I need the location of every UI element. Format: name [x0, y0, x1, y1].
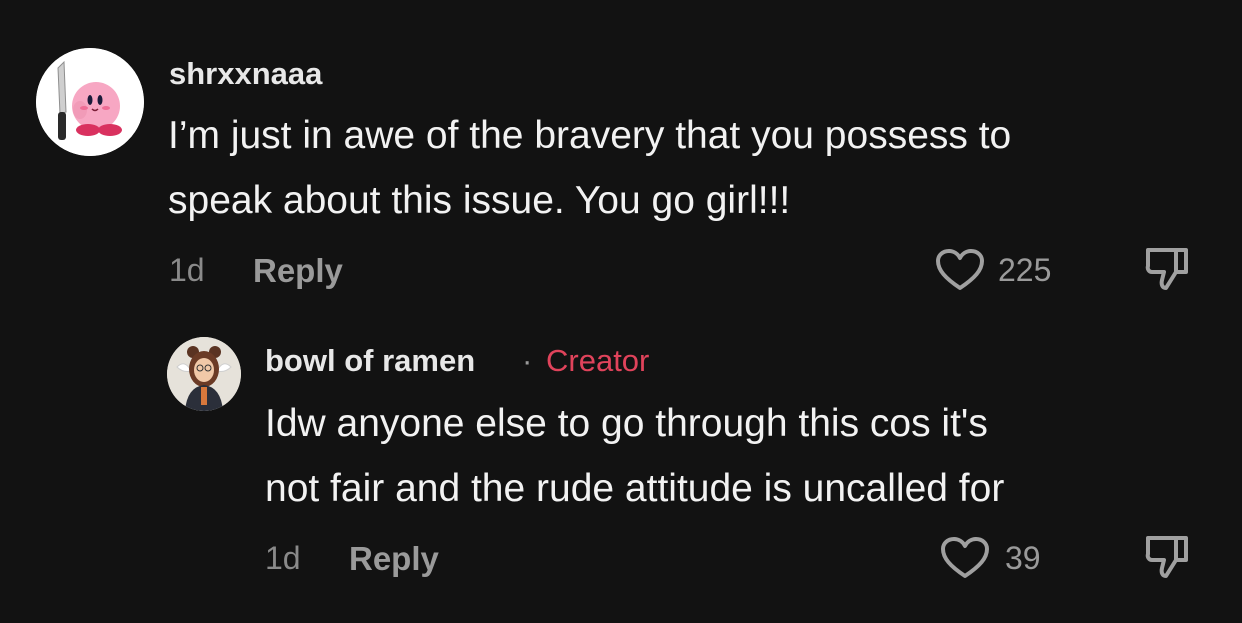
avatar[interactable]: [167, 337, 241, 411]
reply-text-line-2: not fair and the rude attitude is uncall…: [265, 467, 1005, 510]
comment-username[interactable]: shrxxnaaa: [169, 56, 322, 92]
avatar[interactable]: [36, 48, 144, 156]
comment-text-line-1: I’m just in awe of the bravery that you …: [168, 114, 1012, 157]
reply-text-line-1: Idw anyone else to go through this cos i…: [265, 402, 988, 445]
reply-button[interactable]: Reply: [349, 540, 439, 578]
like-count: 39: [1005, 540, 1041, 576]
thumbs-down-icon[interactable]: [1142, 532, 1194, 589]
creator-badge: Creator: [546, 343, 650, 378]
heart-outline-icon[interactable]: [935, 248, 985, 297]
comment-timestamp: 1d: [169, 252, 205, 288]
separator-dot: ·: [522, 343, 533, 378]
like-count: 225: [998, 252, 1052, 288]
thumbs-down-icon[interactable]: [1142, 244, 1194, 301]
reply-button[interactable]: Reply: [253, 252, 343, 290]
heart-outline-icon[interactable]: [940, 536, 990, 585]
comment-text-line-2: speak about this issue. You go girl!!!: [168, 179, 791, 222]
reply-timestamp: 1d: [265, 540, 301, 576]
creator-avatar-image: [167, 337, 241, 411]
kirby-knife-avatar-image: [36, 48, 144, 156]
reply-username[interactable]: bowl of ramen: [265, 343, 475, 379]
